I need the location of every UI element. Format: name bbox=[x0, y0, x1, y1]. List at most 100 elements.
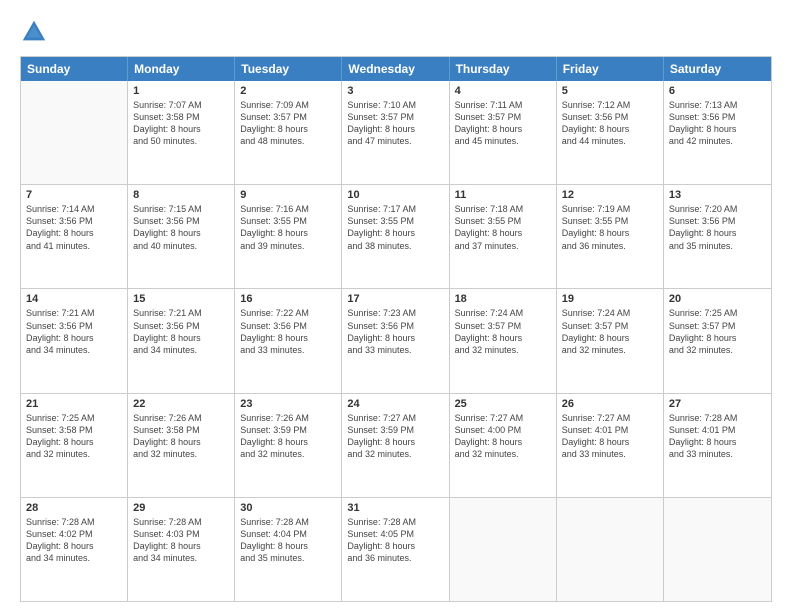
day-info: Sunrise: 7:10 AM Sunset: 3:57 PM Dayligh… bbox=[347, 99, 443, 148]
calendar-cell: 19 Sunrise: 7:24 AM Sunset: 3:57 PM Dayli… bbox=[557, 289, 664, 392]
header bbox=[20, 18, 772, 46]
day-number: 26 bbox=[562, 398, 658, 410]
calendar-cell: 25Sunrise: 7:27 AM Sunset: 4:00 PM Dayli… bbox=[450, 394, 557, 497]
calendar-cell: 23 Sunrise: 7:26 AM Sunset: 3:59 PM Dayli… bbox=[235, 394, 342, 497]
day-info: Sunrise: 7:27 AM Sunset: 3:59 PM Dayligh… bbox=[347, 412, 443, 461]
day-number: 17 bbox=[347, 293, 443, 305]
day-number: 4 bbox=[455, 85, 551, 97]
calendar-cell: 14 Sunrise: 7:21 AM Sunset: 3:56 PM Dayli… bbox=[21, 289, 128, 392]
day-info: Sunrise: 7:26 AM Sunset: 3:58 PM Dayligh… bbox=[133, 412, 229, 461]
day-number: 12 bbox=[562, 189, 658, 201]
day-number: 3 bbox=[347, 85, 443, 97]
day-info: Sunrise: 7:21 AM Sunset: 3:56 PM Dayligh… bbox=[26, 307, 122, 356]
day-number: 13 bbox=[669, 189, 766, 201]
day-info: Sunrise: 7:13 AM Sunset: 3:56 PM Dayligh… bbox=[669, 99, 766, 148]
calendar-cell bbox=[450, 498, 557, 601]
day-info: Sunrise: 7:28 AM Sunset: 4:02 PM Dayligh… bbox=[26, 516, 122, 565]
day-number: 29 bbox=[133, 502, 229, 514]
day-info: Sunrise: 7:11 AM Sunset: 3:57 PM Dayligh… bbox=[455, 99, 551, 148]
calendar-cell: 15 Sunrise: 7:21 AM Sunset: 3:56 PM Dayli… bbox=[128, 289, 235, 392]
day-info: Sunrise: 7:23 AM Sunset: 3:56 PM Dayligh… bbox=[347, 307, 443, 356]
day-number: 6 bbox=[669, 85, 766, 97]
calendar-cell: 20 Sunrise: 7:25 AM Sunset: 3:57 PM Dayli… bbox=[664, 289, 771, 392]
day-info: Sunrise: 7:25 AM Sunset: 3:57 PM Dayligh… bbox=[669, 307, 766, 356]
day-number: 9 bbox=[240, 189, 336, 201]
day-info: Sunrise: 7:14 AM Sunset: 3:56 PM Dayligh… bbox=[26, 203, 122, 252]
day-number: 22 bbox=[133, 398, 229, 410]
calendar-header: SundayMondayTuesdayWednesdayThursdayFrid… bbox=[21, 57, 771, 81]
header-day-monday: Monday bbox=[128, 57, 235, 81]
calendar-cell: 2 Sunrise: 7:09 AM Sunset: 3:57 PM Daylig… bbox=[235, 81, 342, 184]
day-info: Sunrise: 7:19 AM Sunset: 3:55 PM Dayligh… bbox=[562, 203, 658, 252]
logo-icon bbox=[20, 18, 48, 46]
day-info: Sunrise: 7:26 AM Sunset: 3:59 PM Dayligh… bbox=[240, 412, 336, 461]
day-info: Sunrise: 7:18 AM Sunset: 3:55 PM Dayligh… bbox=[455, 203, 551, 252]
day-number: 24 bbox=[347, 398, 443, 410]
header-day-sunday: Sunday bbox=[21, 57, 128, 81]
day-info: Sunrise: 7:17 AM Sunset: 3:55 PM Dayligh… bbox=[347, 203, 443, 252]
day-info: Sunrise: 7:09 AM Sunset: 3:57 PM Dayligh… bbox=[240, 99, 336, 148]
day-number: 15 bbox=[133, 293, 229, 305]
day-number: 14 bbox=[26, 293, 122, 305]
day-number: 30 bbox=[240, 502, 336, 514]
day-number: 21 bbox=[26, 398, 122, 410]
calendar-cell: 1Sunrise: 7:07 AM Sunset: 3:58 PM Daylig… bbox=[128, 81, 235, 184]
day-number: 28 bbox=[26, 502, 122, 514]
calendar-row: 28 Sunrise: 7:28 AM Sunset: 4:02 PM Dayli… bbox=[21, 497, 771, 601]
calendar-row: 7 Sunrise: 7:14 AM Sunset: 3:56 PM Daylig… bbox=[21, 184, 771, 288]
page: SundayMondayTuesdayWednesdayThursdayFrid… bbox=[0, 0, 792, 612]
day-number: 7 bbox=[26, 189, 122, 201]
calendar-cell: 22 Sunrise: 7:26 AM Sunset: 3:58 PM Dayli… bbox=[128, 394, 235, 497]
calendar-cell: 21 Sunrise: 7:25 AM Sunset: 3:58 PM Dayli… bbox=[21, 394, 128, 497]
day-info: Sunrise: 7:28 AM Sunset: 4:05 PM Dayligh… bbox=[347, 516, 443, 565]
calendar-cell: 11Sunrise: 7:18 AM Sunset: 3:55 PM Dayli… bbox=[450, 185, 557, 288]
day-number: 5 bbox=[562, 85, 658, 97]
calendar-body: 1Sunrise: 7:07 AM Sunset: 3:58 PM Daylig… bbox=[21, 81, 771, 601]
day-info: Sunrise: 7:24 AM Sunset: 3:57 PM Dayligh… bbox=[562, 307, 658, 356]
calendar-cell: 26 Sunrise: 7:27 AM Sunset: 4:01 PM Dayli… bbox=[557, 394, 664, 497]
day-info: Sunrise: 7:22 AM Sunset: 3:56 PM Dayligh… bbox=[240, 307, 336, 356]
day-info: Sunrise: 7:07 AM Sunset: 3:58 PM Dayligh… bbox=[133, 99, 229, 148]
day-info: Sunrise: 7:28 AM Sunset: 4:03 PM Dayligh… bbox=[133, 516, 229, 565]
calendar-cell: 8 Sunrise: 7:15 AM Sunset: 3:56 PM Daylig… bbox=[128, 185, 235, 288]
calendar-cell bbox=[557, 498, 664, 601]
day-number: 8 bbox=[133, 189, 229, 201]
calendar-row: 21 Sunrise: 7:25 AM Sunset: 3:58 PM Dayli… bbox=[21, 393, 771, 497]
day-number: 2 bbox=[240, 85, 336, 97]
calendar-cell: 10Sunrise: 7:17 AM Sunset: 3:55 PM Dayli… bbox=[342, 185, 449, 288]
day-info: Sunrise: 7:15 AM Sunset: 3:56 PM Dayligh… bbox=[133, 203, 229, 252]
day-info: Sunrise: 7:21 AM Sunset: 3:56 PM Dayligh… bbox=[133, 307, 229, 356]
calendar-cell: 6 Sunrise: 7:13 AM Sunset: 3:56 PM Daylig… bbox=[664, 81, 771, 184]
header-day-saturday: Saturday bbox=[664, 57, 771, 81]
day-info: Sunrise: 7:24 AM Sunset: 3:57 PM Dayligh… bbox=[455, 307, 551, 356]
day-info: Sunrise: 7:27 AM Sunset: 4:01 PM Dayligh… bbox=[562, 412, 658, 461]
calendar-cell: 30Sunrise: 7:28 AM Sunset: 4:04 PM Dayli… bbox=[235, 498, 342, 601]
day-number: 19 bbox=[562, 293, 658, 305]
header-day-tuesday: Tuesday bbox=[235, 57, 342, 81]
calendar-row: 1Sunrise: 7:07 AM Sunset: 3:58 PM Daylig… bbox=[21, 81, 771, 184]
calendar-cell: 5 Sunrise: 7:12 AM Sunset: 3:56 PM Daylig… bbox=[557, 81, 664, 184]
calendar-cell: 16 Sunrise: 7:22 AM Sunset: 3:56 PM Dayli… bbox=[235, 289, 342, 392]
calendar-cell: 18 Sunrise: 7:24 AM Sunset: 3:57 PM Dayli… bbox=[450, 289, 557, 392]
calendar-cell: 4 Sunrise: 7:11 AM Sunset: 3:57 PM Daylig… bbox=[450, 81, 557, 184]
day-number: 27 bbox=[669, 398, 766, 410]
calendar-cell: 3 Sunrise: 7:10 AM Sunset: 3:57 PM Daylig… bbox=[342, 81, 449, 184]
calendar-cell bbox=[664, 498, 771, 601]
header-day-wednesday: Wednesday bbox=[342, 57, 449, 81]
calendar: SundayMondayTuesdayWednesdayThursdayFrid… bbox=[20, 56, 772, 602]
calendar-cell: 17 Sunrise: 7:23 AM Sunset: 3:56 PM Dayli… bbox=[342, 289, 449, 392]
day-number: 18 bbox=[455, 293, 551, 305]
calendar-cell: 28 Sunrise: 7:28 AM Sunset: 4:02 PM Dayli… bbox=[21, 498, 128, 601]
day-number: 20 bbox=[669, 293, 766, 305]
logo bbox=[20, 18, 52, 46]
day-info: Sunrise: 7:27 AM Sunset: 4:00 PM Dayligh… bbox=[455, 412, 551, 461]
day-info: Sunrise: 7:25 AM Sunset: 3:58 PM Dayligh… bbox=[26, 412, 122, 461]
header-day-thursday: Thursday bbox=[450, 57, 557, 81]
calendar-cell: 24 Sunrise: 7:27 AM Sunset: 3:59 PM Dayli… bbox=[342, 394, 449, 497]
day-number: 16 bbox=[240, 293, 336, 305]
day-number: 23 bbox=[240, 398, 336, 410]
calendar-cell: 31Sunrise: 7:28 AM Sunset: 4:05 PM Dayli… bbox=[342, 498, 449, 601]
calendar-cell: 9Sunrise: 7:16 AM Sunset: 3:55 PM Daylig… bbox=[235, 185, 342, 288]
day-info: Sunrise: 7:12 AM Sunset: 3:56 PM Dayligh… bbox=[562, 99, 658, 148]
calendar-cell: 13Sunrise: 7:20 AM Sunset: 3:56 PM Dayli… bbox=[664, 185, 771, 288]
